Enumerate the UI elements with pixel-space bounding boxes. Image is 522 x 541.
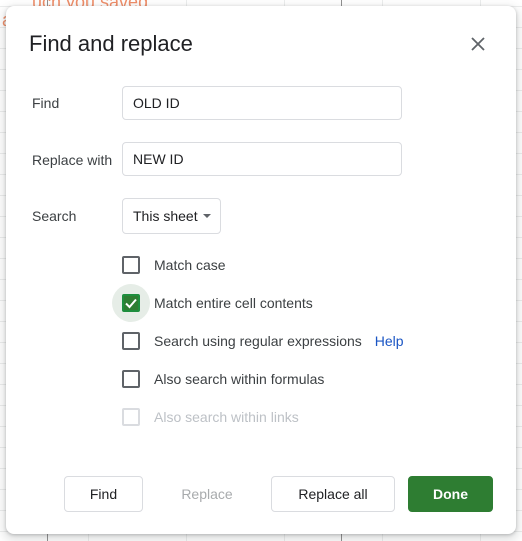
option-label: Match entire cell contents: [154, 295, 313, 311]
replace-input[interactable]: [122, 142, 402, 176]
search-scope-dropdown[interactable]: This sheet: [122, 198, 221, 234]
option-within-formulas: Also search within formulas: [112, 360, 324, 398]
regex-help-link[interactable]: Help: [375, 333, 404, 349]
match-entire-cell-checkbox[interactable]: [112, 284, 150, 322]
checkbox-box: [122, 408, 140, 426]
checkbox-box: [122, 332, 140, 350]
checkbox-box: [122, 256, 140, 274]
replace-label: Replace with: [32, 152, 113, 168]
option-label: Also search within formulas: [154, 371, 325, 387]
checkbox-box: [122, 370, 140, 388]
checkmark-icon: [125, 298, 137, 309]
option-label: Also search within links: [154, 409, 299, 425]
option-match-entire-cell: Match entire cell contents: [112, 284, 313, 322]
search-scope-value: This sheet: [133, 208, 198, 224]
find-replace-dialog: Find and replace Find Replace with Searc…: [6, 6, 516, 534]
done-button[interactable]: Done: [408, 476, 493, 512]
option-label: Match case: [154, 257, 226, 273]
checkbox-box: [122, 294, 140, 312]
option-within-links: Also search within links: [112, 398, 299, 436]
search-label: Search: [32, 208, 77, 224]
within-formulas-checkbox[interactable]: [112, 360, 150, 398]
find-input[interactable]: [122, 86, 402, 120]
caret-down-icon: [203, 214, 211, 218]
dialog-title: Find and replace: [29, 31, 193, 56]
option-regex: Search using regular expressions Help: [112, 322, 404, 360]
find-label: Find: [32, 95, 60, 111]
replace-all-button[interactable]: Replace all: [271, 476, 395, 512]
option-match-case: Match case: [112, 246, 226, 284]
close-button[interactable]: [464, 30, 492, 58]
option-label: Search using regular expressions: [154, 333, 362, 349]
find-button[interactable]: Find: [64, 476, 143, 512]
match-case-checkbox[interactable]: [112, 246, 150, 284]
replace-button: Replace: [157, 476, 257, 512]
close-icon: [471, 37, 485, 51]
within-links-checkbox: [112, 398, 150, 436]
regex-checkbox[interactable]: [112, 322, 150, 360]
